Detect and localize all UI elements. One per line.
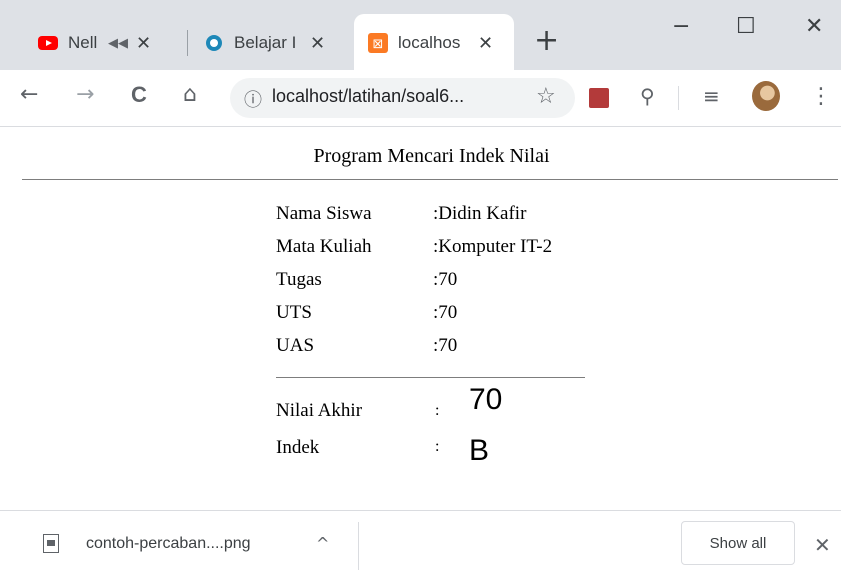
tab-title: Belajar I xyxy=(234,33,297,52)
label-mata-kuliah: Mata Kuliah xyxy=(276,236,372,257)
menu-icon[interactable]: ⋮ xyxy=(810,84,832,109)
value-uts: :70 xyxy=(433,302,458,323)
maximize-button[interactable]: ☐ xyxy=(736,14,756,39)
search-extension-icon[interactable]: ⚲ xyxy=(640,84,655,108)
xampp-icon: ⊠ xyxy=(368,33,388,53)
tab-close-icon[interactable]: ✕ xyxy=(478,33,493,54)
url-text[interactable]: localhost/latihan/soal6... xyxy=(272,86,464,107)
bookmark-star-icon[interactable]: ☆ xyxy=(536,84,556,109)
tab-localhost[interactable]: ⊠ localhos ✕ xyxy=(354,14,514,72)
colon-nilai-akhir: : xyxy=(435,402,440,419)
youtube-icon xyxy=(38,36,58,50)
tab-belajar[interactable]: Belajar I ✕ xyxy=(204,14,344,72)
reload-icon[interactable]: C xyxy=(131,84,147,106)
value-indek: B xyxy=(469,434,490,467)
value-mata-kuliah: :Komputer IT-2 xyxy=(433,236,553,257)
new-tab-button[interactable]: + xyxy=(534,26,559,56)
page-title: Program Mencari Indek Nilai xyxy=(313,145,550,167)
title-divider xyxy=(22,179,838,180)
label-uas: UAS xyxy=(276,335,315,356)
tab-close-icon[interactable]: ✕ xyxy=(310,33,325,54)
result-divider xyxy=(276,377,585,378)
info-icon[interactable]: ⓘ xyxy=(244,86,262,112)
shelf-divider xyxy=(358,522,359,570)
tab-close-icon[interactable]: ✕ xyxy=(136,33,151,54)
tab-youtube[interactable]: Nell ◀◀ ✕ xyxy=(38,14,178,72)
download-item-name[interactable]: contoh-percaban....png xyxy=(86,535,251,553)
minimize-button[interactable]: − xyxy=(672,14,690,39)
pdf-extension-icon[interactable] xyxy=(589,88,609,108)
profile-avatar[interactable] xyxy=(752,81,780,111)
close-window-button[interactable]: ✕ xyxy=(805,14,823,39)
chevron-up-icon[interactable]: ^ xyxy=(316,534,329,553)
tab-title: Nell xyxy=(68,33,98,52)
label-indek: Indek xyxy=(276,437,320,458)
tab-divider xyxy=(187,30,188,56)
label-uts: UTS xyxy=(276,302,312,323)
tab-strip: Nell ◀◀ ✕ Belajar I ✕ ⊠ localhos ✕ + − ☐… xyxy=(0,0,841,72)
home-icon[interactable]: ⌂ xyxy=(183,84,197,106)
value-nilai-akhir: 70 xyxy=(469,383,503,416)
svg-text:⊠: ⊠ xyxy=(373,37,384,52)
show-all-button[interactable]: Show all xyxy=(681,521,795,565)
back-icon[interactable]: ← xyxy=(20,84,38,106)
value-nama-siswa: :Didin Kafir xyxy=(433,203,527,224)
toolbar-border xyxy=(0,126,841,127)
toolbar-divider xyxy=(678,86,679,110)
label-nama-siswa: Nama Siswa xyxy=(276,203,372,224)
label-tugas: Tugas xyxy=(276,269,322,290)
colon-indek: : xyxy=(435,438,440,455)
media-list-icon[interactable]: ≡ xyxy=(703,84,720,108)
file-image-icon xyxy=(43,534,59,553)
circle-logo-icon xyxy=(206,35,222,51)
close-shelf-icon[interactable]: ✕ xyxy=(814,533,831,557)
value-uas: :70 xyxy=(433,335,458,356)
forward-icon[interactable]: → xyxy=(76,84,94,106)
value-tugas: :70 xyxy=(433,269,458,290)
speaker-mute-icon[interactable]: ◀◀ xyxy=(108,35,128,51)
label-nilai-akhir: Nilai Akhir xyxy=(276,400,363,421)
tab-title: localhos xyxy=(398,33,461,52)
